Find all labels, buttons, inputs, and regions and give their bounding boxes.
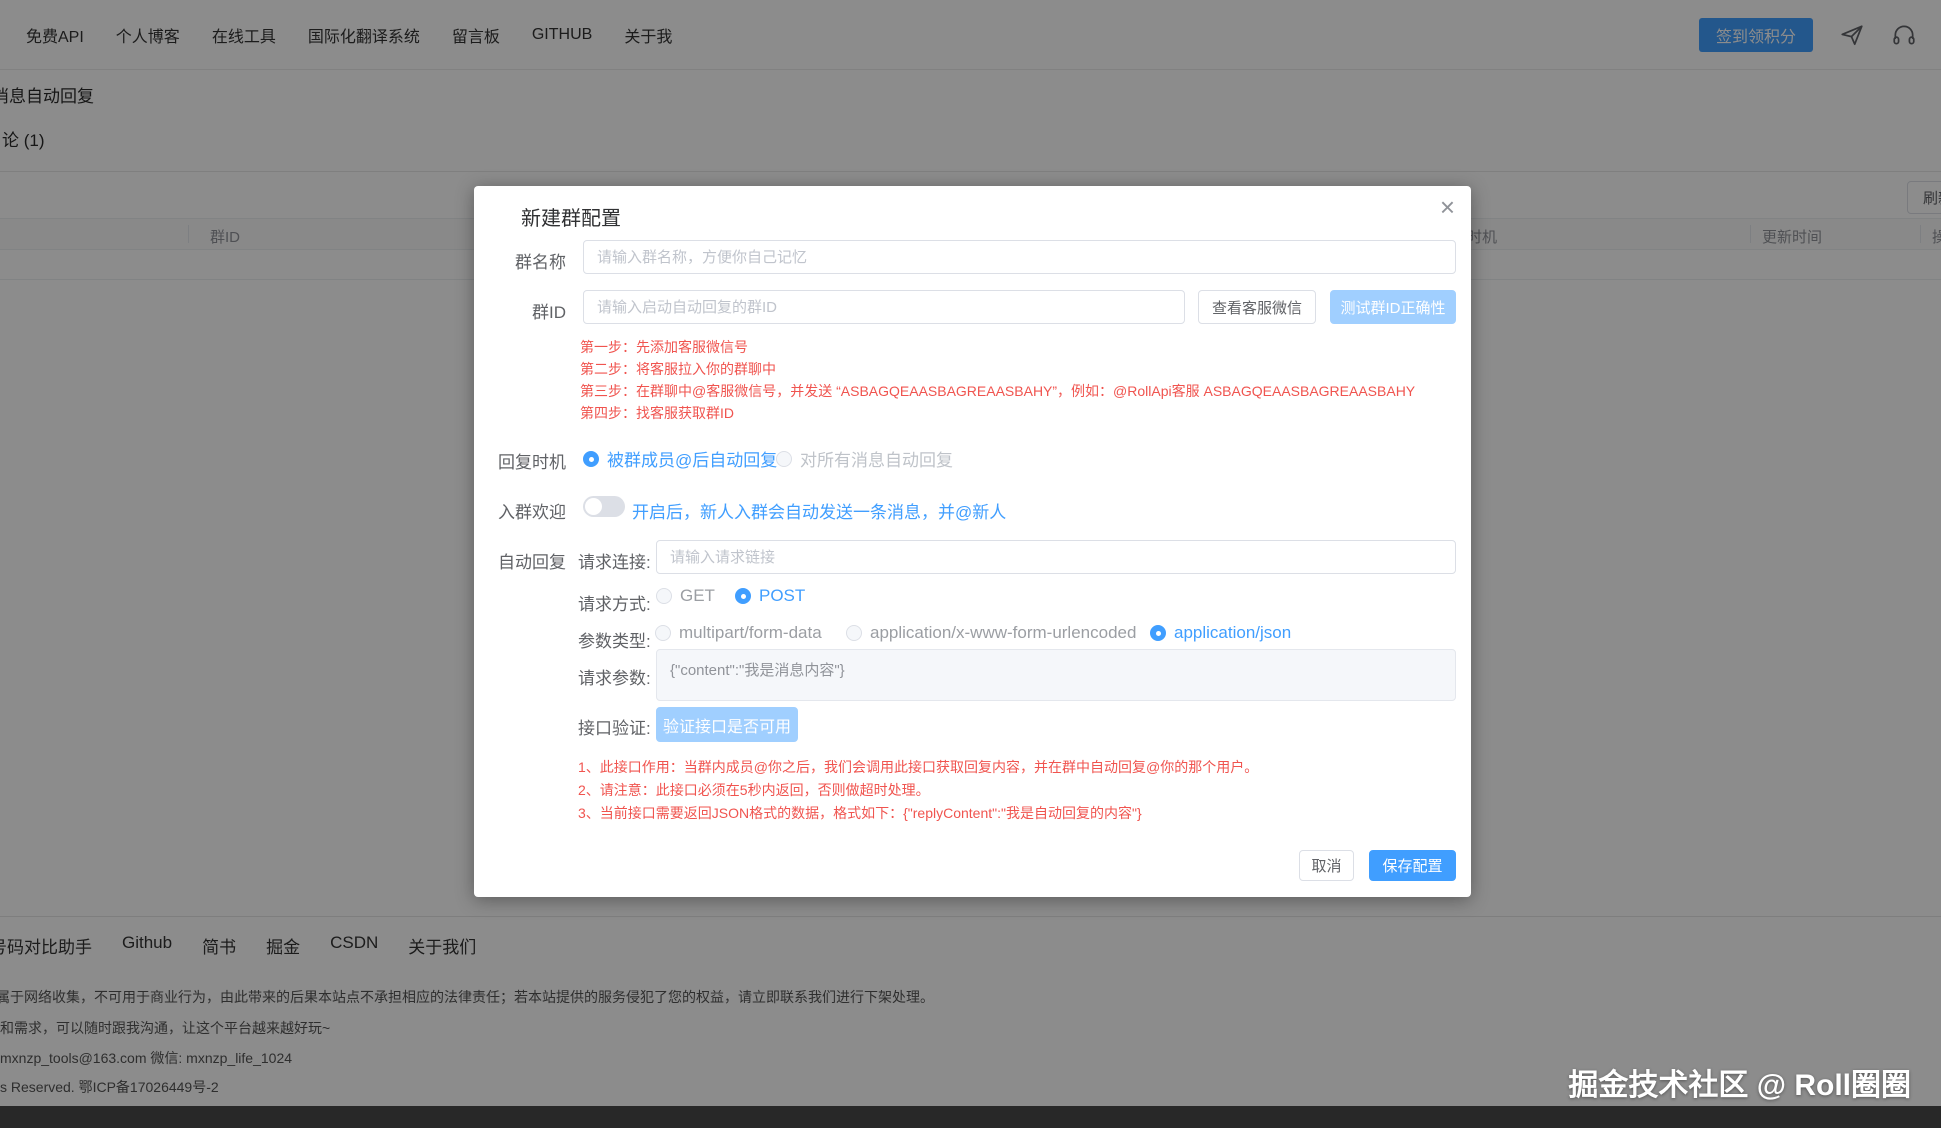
group-name-input[interactable] <box>583 240 1456 274</box>
group-id-input[interactable] <box>583 290 1185 324</box>
radio-label: GET <box>680 586 715 606</box>
radio-unselected-icon <box>656 588 672 604</box>
view-service-wechat-button[interactable]: 查看客服微信 <box>1198 290 1316 324</box>
dialog-title: 新建群配置 <box>521 202 621 231</box>
param-type-label: 参数类型: <box>578 627 651 652</box>
note-1: 1、此接口作用：当群内成员@你之后，我们会调用此接口获取回复内容，并在群中自动回… <box>578 756 1258 779</box>
radio-param-urlencoded[interactable]: application/x-www-form-urlencoded <box>846 623 1136 643</box>
radio-reply-on-mention[interactable]: 被群成员@后自动回复 <box>583 446 777 471</box>
close-icon[interactable]: × <box>1440 194 1455 220</box>
radio-param-json[interactable]: application/json <box>1150 623 1291 643</box>
request-params-label: 请求参数: <box>578 664 651 689</box>
request-method-label: 请求方式: <box>578 590 651 615</box>
request-params-textarea[interactable]: {"content":"我是消息内容"} <box>656 649 1456 701</box>
radio-unselected-icon <box>846 625 862 641</box>
step-4: 第四步：找客服获取群ID <box>580 402 1415 424</box>
radio-method-post[interactable]: POST <box>735 586 805 606</box>
note-2: 2、请注意：此接口必须在5秒内返回，否则做超时处理。 <box>578 779 1258 802</box>
group-name-label: 群名称 <box>474 248 566 273</box>
radio-label: POST <box>759 586 805 606</box>
request-link-input[interactable] <box>656 540 1456 574</box>
radio-label: 被群成员@后自动回复 <box>607 446 777 471</box>
group-id-label: 群ID <box>474 298 566 323</box>
radio-unselected-icon <box>655 625 671 641</box>
reply-timing-label: 回复时机 <box>474 448 566 473</box>
note-3: 3、当前接口需要返回JSON格式的数据，格式如下：{"replyContent"… <box>578 802 1258 825</box>
welcome-label: 入群欢迎 <box>474 498 566 523</box>
radio-selected-icon <box>1150 625 1166 641</box>
auto-reply-label: 自动回复 <box>474 548 566 573</box>
radio-method-get[interactable]: GET <box>656 586 715 606</box>
radio-selected-icon <box>735 588 751 604</box>
api-notes: 1、此接口作用：当群内成员@你之后，我们会调用此接口获取回复内容，并在群中自动回… <box>578 756 1258 825</box>
verify-api-button[interactable]: 验证接口是否可用 <box>656 707 798 742</box>
radio-label: application/json <box>1174 623 1291 643</box>
step-1: 第一步：先添加客服微信号 <box>580 336 1415 358</box>
radio-label: 对所有消息自动回复 <box>800 446 953 471</box>
radio-param-form-data[interactable]: multipart/form-data <box>655 623 822 643</box>
radio-label: application/x-www-form-urlencoded <box>870 623 1136 643</box>
step-3: 第三步：在群聊中@客服微信号，并发送 “ASBAGQEAASBAGREAASBA… <box>580 380 1415 402</box>
save-config-button[interactable]: 保存配置 <box>1369 850 1456 881</box>
cancel-button[interactable]: 取消 <box>1299 850 1354 881</box>
step-2: 第二步：将客服拉入你的群聊中 <box>580 358 1415 380</box>
welcome-hint-text: 开启后，新人入群会自动发送一条消息，并@新人 <box>632 498 1006 523</box>
watermark-text: 掘金技术社区 @ Roll圈圈 <box>1568 1060 1911 1104</box>
request-link-label: 请求连接: <box>578 548 651 573</box>
radio-selected-icon <box>583 451 599 467</box>
welcome-toggle[interactable] <box>583 496 625 517</box>
test-group-id-button[interactable]: 测试群ID正确性 <box>1330 290 1456 324</box>
radio-label: multipart/form-data <box>679 623 822 643</box>
api-verify-label: 接口验证: <box>578 714 651 739</box>
new-group-config-dialog: 新建群配置 × 群名称 群ID 查看客服微信 测试群ID正确性 第一步：先添加客… <box>474 186 1471 897</box>
radio-reply-all-messages[interactable]: 对所有消息自动回复 <box>776 446 953 471</box>
group-id-steps: 第一步：先添加客服微信号 第二步：将客服拉入你的群聊中 第三步：在群聊中@客服微… <box>580 336 1415 424</box>
radio-unselected-icon <box>776 451 792 467</box>
